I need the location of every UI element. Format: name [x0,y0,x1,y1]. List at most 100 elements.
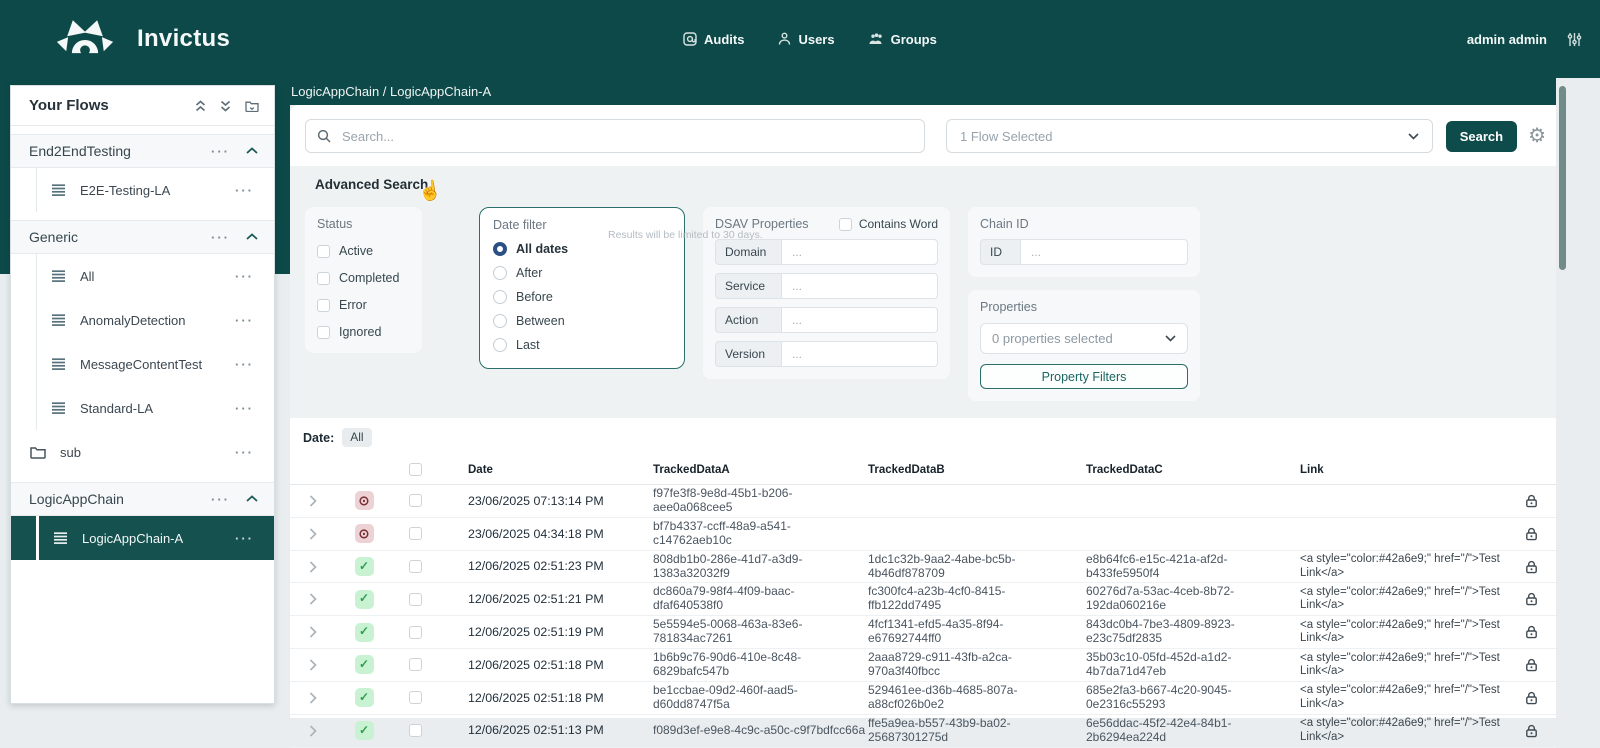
ellipsis-menu-icon[interactable]: ··· [235,269,254,284]
sidebar-item-messagecontenttest[interactable]: MessageContentTest ··· [11,342,274,386]
lock-icon[interactable] [1525,691,1538,705]
sidebar-item-anomalydetection[interactable]: AnomalyDetection ··· [11,298,274,342]
checkbox-error[interactable]: Error [317,298,410,312]
row-checkbox[interactable] [409,527,422,540]
chevron-up-icon[interactable] [246,495,258,503]
lock-icon[interactable] [1525,724,1538,738]
ellipsis-menu-icon[interactable]: ··· [211,144,230,159]
ellipsis-menu-icon[interactable]: ··· [235,445,254,460]
search-button[interactable]: Search [1446,121,1517,152]
radio-all-dates[interactable]: All dates [493,242,671,256]
folder-tree-icon[interactable] [245,100,259,112]
row-expand-chevron[interactable] [309,626,317,638]
row-checkbox[interactable] [409,658,422,671]
gear-icon[interactable]: ⚙ [1528,126,1546,146]
radio-button[interactable] [493,266,507,280]
row-expand-chevron[interactable] [309,561,317,573]
lock-icon[interactable] [1525,625,1538,639]
ellipsis-menu-icon[interactable]: ··· [211,230,230,245]
sidebar-group-generic[interactable]: Generic ··· [11,220,274,254]
row-expand-chevron[interactable] [309,495,317,507]
radio-last[interactable]: Last [493,338,671,352]
checkbox-completed[interactable]: Completed [317,271,410,285]
search-input[interactable] [340,128,913,145]
chain-id-input[interactable]: ... [1020,239,1188,265]
checkbox[interactable] [317,326,330,339]
collapse-all-icon[interactable] [195,100,206,112]
brand: Invictus [55,18,230,60]
row-expand-chevron[interactable] [309,528,317,540]
lock-icon[interactable] [1525,658,1538,672]
checkbox[interactable] [317,272,330,285]
properties-dropdown[interactable]: 0 properties selected [980,323,1188,354]
row-checkbox[interactable] [409,494,422,507]
action-input[interactable]: ... [781,307,938,333]
row-checkbox[interactable] [409,560,422,573]
advanced-search-title[interactable]: Advanced Search [315,177,1556,192]
row-expand-chevron[interactable] [309,659,317,671]
table-row: ⊙ 23/06/2025 07:13:14 PM f97fe3f8-9e8d-4… [290,485,1556,518]
nav-audits[interactable]: Audits [683,32,744,47]
chevron-up-icon[interactable] [246,233,258,241]
checkbox[interactable] [839,218,852,231]
checkbox[interactable] [317,245,330,258]
row-checkbox[interactable] [409,626,422,639]
user-name[interactable]: admin admin [1467,32,1547,47]
ellipsis-menu-icon[interactable]: ··· [235,401,254,416]
expand-all-icon[interactable] [220,100,231,112]
row-expand-chevron[interactable] [309,593,317,605]
sidebar-item-standard-la[interactable]: Standard-LA ··· [11,386,274,430]
ellipsis-menu-icon[interactable]: ··· [235,183,254,198]
sidebar-item-e2e-testing-la[interactable]: E2E-Testing-LA ··· [11,168,274,212]
lock-icon[interactable] [1525,560,1538,574]
status-icon: ✓ [355,655,374,674]
row-expand-chevron[interactable] [309,692,317,704]
search-box[interactable] [305,119,925,153]
nav-users[interactable]: Users [778,32,834,47]
contains-word-checkbox[interactable]: Contains Word [839,217,938,231]
service-input[interactable]: ... [781,273,938,299]
checkbox-ignored[interactable]: Ignored [317,325,410,339]
ellipsis-menu-icon[interactable]: ··· [235,357,254,372]
cell-link: <a style="color:#42a6e9;" href="/">Test … [1280,617,1506,648]
flow-selector-dropdown[interactable]: 1 Flow Selected [946,119,1433,153]
lock-icon[interactable] [1525,494,1538,508]
radio-button[interactable] [493,290,507,304]
cell-trackeddatac: 843dc0b4-7be3-4809-8923-e23c75df2835 [1065,616,1280,648]
sidebar-group-end2endtesting[interactable]: End2EndTesting ··· [11,134,274,168]
table-row: ✓ 12/06/2025 02:51:23 PM 808db1b0-286e-4… [290,551,1556,584]
row-checkbox[interactable] [409,593,422,606]
sidebar-item-logicappchain-a[interactable]: LogicAppChain-A ··· [11,516,274,560]
row-checkbox[interactable] [409,691,422,704]
scrollbar-thumb[interactable] [1559,86,1566,270]
row-checkbox[interactable] [409,724,422,737]
sidebar-group-logicappchain[interactable]: LogicAppChain ··· [11,482,274,516]
radio-button[interactable] [493,242,507,256]
radio-before[interactable]: Before [493,290,671,304]
sidebar-item-all[interactable]: All ··· [11,254,274,298]
row-expand-chevron[interactable] [309,725,317,737]
chevron-up-icon[interactable] [246,147,258,155]
radio-between[interactable]: Between [493,314,671,328]
date-chip-value[interactable]: All [342,428,371,447]
domain-input[interactable]: ... [781,239,938,265]
radio-after[interactable]: After [493,266,671,280]
radio-button[interactable] [493,314,507,328]
sliders-icon[interactable] [1567,32,1582,47]
ellipsis-menu-icon[interactable]: ··· [235,313,254,328]
ellipsis-menu-icon[interactable]: ··· [235,531,254,546]
radio-button[interactable] [493,338,507,352]
top-nav: Audits Users Groups [683,0,937,78]
lock-icon[interactable] [1525,527,1538,541]
cell-trackeddataa: 1b6b9c76-90d6-410e-8c48-6829bafc547b [635,649,850,681]
checkbox-active[interactable]: Active [317,244,410,258]
lock-icon[interactable] [1525,592,1538,606]
nav-groups[interactable]: Groups [869,32,937,47]
select-all-checkbox[interactable] [409,463,422,476]
property-filters-button[interactable]: Property Filters [980,364,1188,389]
ellipsis-menu-icon[interactable]: ··· [211,492,230,507]
version-input[interactable]: ... [781,341,938,367]
checkbox[interactable] [317,299,330,312]
table-row: ✓ 12/06/2025 02:51:18 PM 1b6b9c76-90d6-4… [290,649,1556,682]
sidebar-item-sub[interactable]: sub ··· [11,430,274,474]
